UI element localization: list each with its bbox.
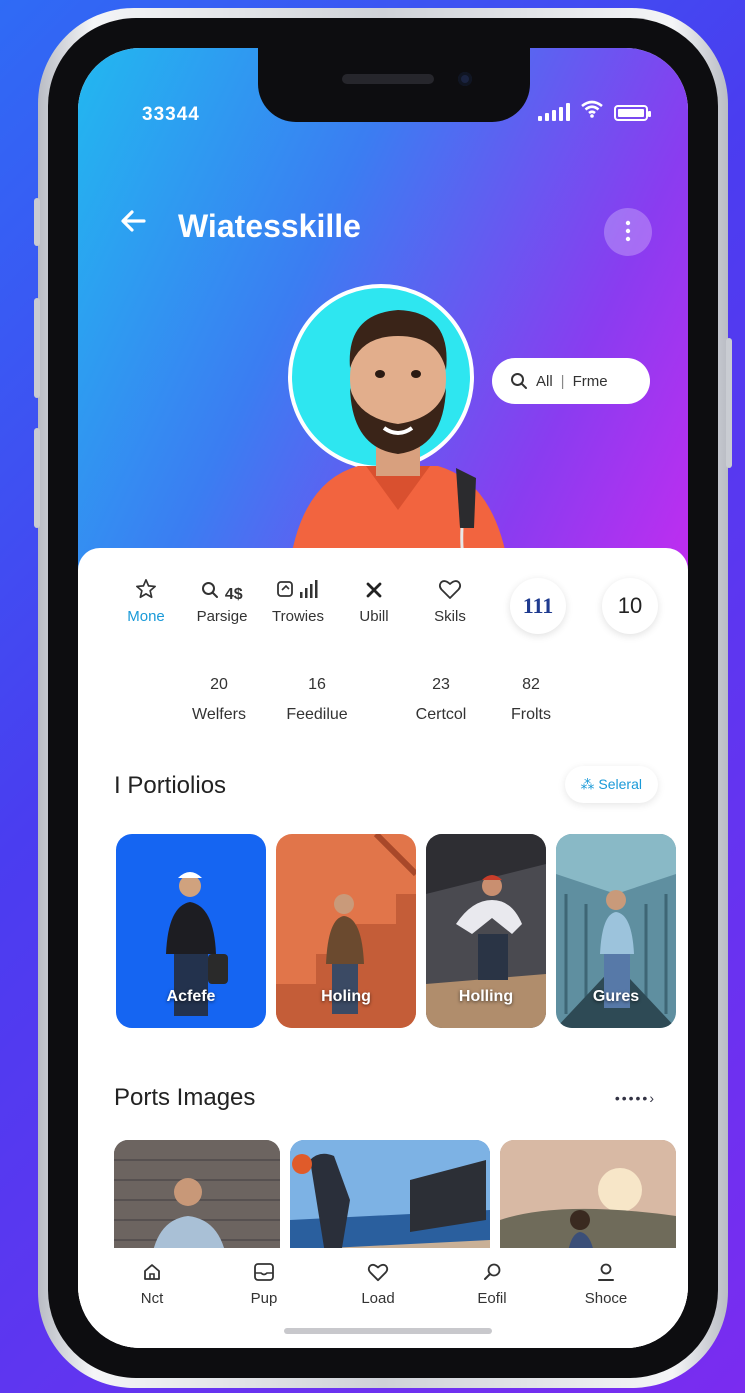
stat-certcol: 23 Certcol — [396, 676, 486, 724]
heart-icon — [412, 578, 488, 608]
portfolio-tile[interactable]: Gures — [556, 834, 676, 1028]
tab-icon-row: 4$ — [184, 578, 260, 608]
portfolio-tile[interactable]: Holing — [276, 834, 416, 1028]
round-stat-111[interactable]: 111 — [510, 578, 566, 634]
silent-switch — [34, 198, 40, 246]
search-icon — [511, 373, 527, 389]
stat-feedilue: 16 Feedilue — [272, 676, 362, 724]
tile-label: Gures — [592, 988, 640, 1005]
phone-bezel: 33344 Wiatesskille All | Frme Mone 4$ Pa… — [48, 18, 718, 1378]
portfolio-tile[interactable]: Holling — [426, 834, 546, 1028]
nav-item-pup[interactable]: Pup — [224, 1262, 304, 1307]
tab-parsige[interactable]: 4$ Parsige — [184, 578, 260, 625]
nav-item-shoce[interactable]: Shoce — [566, 1262, 646, 1307]
stat-value: 82 — [522, 676, 540, 693]
tab-trowies[interactable]: Trowies — [260, 578, 336, 625]
nav-label: Shoce — [584, 1290, 628, 1307]
speaker — [342, 74, 434, 84]
nav-label: Nct — [140, 1290, 164, 1307]
bottom-navigation: Nct Pup Load Eofil Shoce — [78, 1248, 688, 1348]
filter-chip-label: All — [536, 372, 553, 390]
stat-value: 20 — [210, 676, 228, 693]
stat-label: Welfers — [192, 706, 246, 723]
signal-icon — [538, 103, 570, 121]
arrow-left-icon[interactable] — [118, 206, 148, 244]
portfolio-tile[interactable]: Acfefe — [116, 834, 266, 1028]
carousel-dots[interactable]: •••••› — [615, 1090, 656, 1106]
inbox-icon — [224, 1262, 304, 1290]
portfolios-title: I Portiolios — [114, 772, 227, 799]
stat-label: Frolts — [511, 706, 551, 723]
chart-icon — [260, 578, 336, 608]
nav-label: Load — [361, 1290, 395, 1307]
avatar[interactable] — [248, 278, 548, 578]
round-stat-10[interactable]: 10 — [602, 578, 658, 634]
home-icon — [112, 1262, 192, 1290]
status-time: 33344 — [142, 104, 200, 125]
tab-label: Parsige — [196, 608, 248, 625]
profile-card: Mone 4$ Parsige Trowies Ubill Skils 111 … — [78, 548, 688, 1348]
stat-frolts: 82 Frolts — [486, 676, 576, 724]
battery-icon — [614, 105, 651, 121]
close-icon — [336, 578, 412, 608]
volume-down-button — [34, 428, 40, 528]
stat-value: 23 — [432, 676, 450, 693]
search-icon — [202, 582, 219, 598]
tab-label: Ubill — [359, 608, 389, 625]
tab-ubill[interactable]: Ubill — [336, 578, 412, 625]
tab-label: Mone — [127, 608, 165, 625]
tab-label: Trowies — [272, 608, 324, 625]
portfolios-select-button[interactable]: ⁂ Seleral — [564, 766, 658, 803]
home-indicator[interactable] — [284, 1328, 492, 1334]
stat-welfers: 20 Welfers — [174, 676, 264, 724]
nav-item-nct[interactable]: Nct — [112, 1262, 192, 1307]
portfolios-action-label: Seleral — [598, 776, 642, 792]
ports-images-title: Ports Images — [114, 1084, 256, 1111]
front-camera — [458, 72, 472, 86]
stat-value: 16 — [308, 676, 326, 693]
heart-icon — [338, 1262, 418, 1290]
tile-label: Holing — [321, 988, 371, 1005]
tab-label: Skils — [434, 608, 466, 625]
nav-item-eofil[interactable]: Eofil — [452, 1262, 532, 1307]
tile-label: Acfefe — [166, 988, 216, 1005]
notch — [258, 48, 530, 122]
wifi-icon — [580, 100, 604, 121]
page-title: Wiatesskille — [178, 208, 361, 244]
star-icon — [108, 578, 184, 608]
stat-label: Certcol — [415, 706, 467, 723]
volume-up-button — [34, 298, 40, 398]
filter-chip-divider: | — [560, 372, 565, 390]
more-vertical-icon[interactable] — [604, 208, 652, 256]
nav-label: Pup — [250, 1290, 278, 1307]
tab-mone[interactable]: Mone — [108, 578, 184, 625]
phone-screen: 33344 Wiatesskille All | Frme Mone 4$ Pa… — [78, 48, 688, 1348]
tile-label: Holling — [458, 988, 514, 1005]
grid-icon: ⁂ — [580, 776, 599, 792]
filter-chip-value: Frme — [572, 372, 608, 390]
profile-hero: 33344 Wiatesskille All | Frme — [78, 48, 688, 608]
status-icons — [538, 100, 651, 121]
tab-badge: 4$ — [224, 586, 243, 603]
profile-tabs: Mone 4$ Parsige Trowies Ubill Skils — [108, 578, 488, 625]
power-button — [726, 338, 732, 468]
tab-skils[interactable]: Skils — [412, 578, 488, 625]
search-icon — [452, 1262, 532, 1290]
nav-item-load[interactable]: Load — [338, 1262, 418, 1307]
filter-search-chip[interactable]: All | Frme — [492, 358, 650, 404]
stat-label: Feedilue — [286, 706, 348, 723]
profile-icon — [566, 1262, 646, 1290]
phone-frame: 33344 Wiatesskille All | Frme Mone 4$ Pa… — [34, 8, 732, 1388]
nav-label: Eofil — [477, 1290, 507, 1307]
